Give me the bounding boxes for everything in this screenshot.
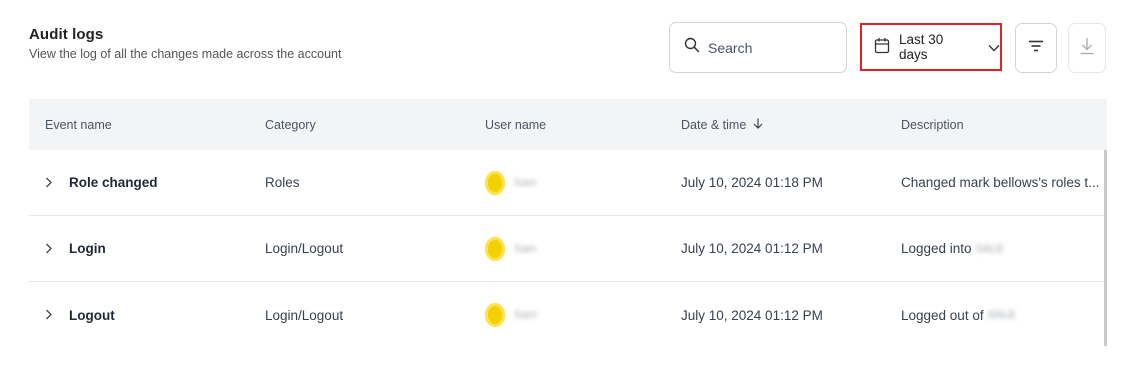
download-button[interactable] [1068, 23, 1106, 73]
page-header: Audit logs View the log of all the chang… [29, 26, 341, 61]
column-header-date[interactable]: Date & time [681, 118, 763, 132]
category-cell: Roles [265, 175, 300, 190]
event-cell: Logout [45, 307, 115, 323]
datetime-cell: July 10, 2024 01:12 PM [681, 307, 823, 323]
user-name: Sam [514, 242, 537, 255]
table-row[interactable]: Role changed Roles Sam July 10, 2024 01:… [29, 150, 1107, 216]
table-header: Event name Category User name Date & tim… [29, 99, 1107, 150]
search-icon [684, 37, 700, 58]
page-title: Audit logs [29, 26, 104, 43]
search-input[interactable] [708, 39, 828, 56]
category-cell: Login/Logout [265, 307, 344, 323]
chevron-down-icon [988, 40, 1000, 55]
description-text: Logged into [901, 241, 972, 256]
event-name: Role changed [69, 175, 158, 190]
user-cell: Sam [485, 303, 537, 327]
event-cell: Login [45, 241, 106, 257]
user-cell: Sam [485, 236, 537, 261]
column-header-category[interactable]: Category [265, 118, 316, 132]
description-text: Changed mark bellows's roles t... [901, 175, 1100, 190]
column-header-event[interactable]: Event name [45, 118, 112, 132]
datetime-cell: July 10, 2024 01:18 PM [681, 175, 823, 190]
vertical-scrollbar[interactable] [1104, 150, 1107, 346]
calendar-icon [874, 37, 890, 57]
avatar [485, 303, 505, 327]
audit-log-table: Event name Category User name Date & tim… [29, 99, 1107, 348]
date-range-label: Last 30 days [899, 32, 944, 62]
date-range-button[interactable]: Last 30 days [860, 23, 1002, 71]
chevron-right-icon[interactable] [45, 307, 55, 323]
table-row[interactable]: Login Login/Logout Sam July 10, 2024 01:… [29, 216, 1107, 282]
sort-arrow-down-icon [753, 118, 763, 132]
description-cell: Changed mark bellows's roles t... [901, 175, 1099, 190]
chevron-right-icon[interactable] [45, 175, 55, 191]
redacted-text: SALE [987, 309, 1016, 321]
description-text: Logged out of [901, 307, 984, 323]
event-cell: Role changed [45, 175, 158, 191]
avatar [485, 170, 505, 195]
description-cell: Logged out of SALE [901, 308, 1016, 323]
description-cell: Logged into SALE [901, 241, 1004, 256]
page-subtitle: View the log of all the changes made acr… [29, 47, 342, 61]
user-name: Sam [514, 309, 537, 321]
redacted-text: SALE [975, 242, 1004, 255]
user-name: Sam [514, 176, 537, 189]
search-box[interactable] [669, 22, 847, 73]
event-name: Logout [69, 307, 115, 323]
category-cell: Login/Logout [265, 241, 344, 256]
column-header-date-label: Date & time [681, 117, 747, 132]
datetime-cell: July 10, 2024 01:12 PM [681, 241, 823, 256]
table-row[interactable]: Logout Login/Logout Sam July 10, 2024 01… [29, 282, 1107, 348]
column-header-description[interactable]: Description [901, 118, 964, 132]
filter-icon [1028, 39, 1044, 57]
filter-button[interactable] [1015, 23, 1057, 73]
download-icon [1079, 37, 1095, 60]
chevron-right-icon[interactable] [45, 241, 55, 257]
column-header-user[interactable]: User name [485, 118, 546, 132]
event-name: Login [69, 241, 106, 256]
avatar [485, 236, 505, 261]
user-cell: Sam [485, 170, 537, 195]
